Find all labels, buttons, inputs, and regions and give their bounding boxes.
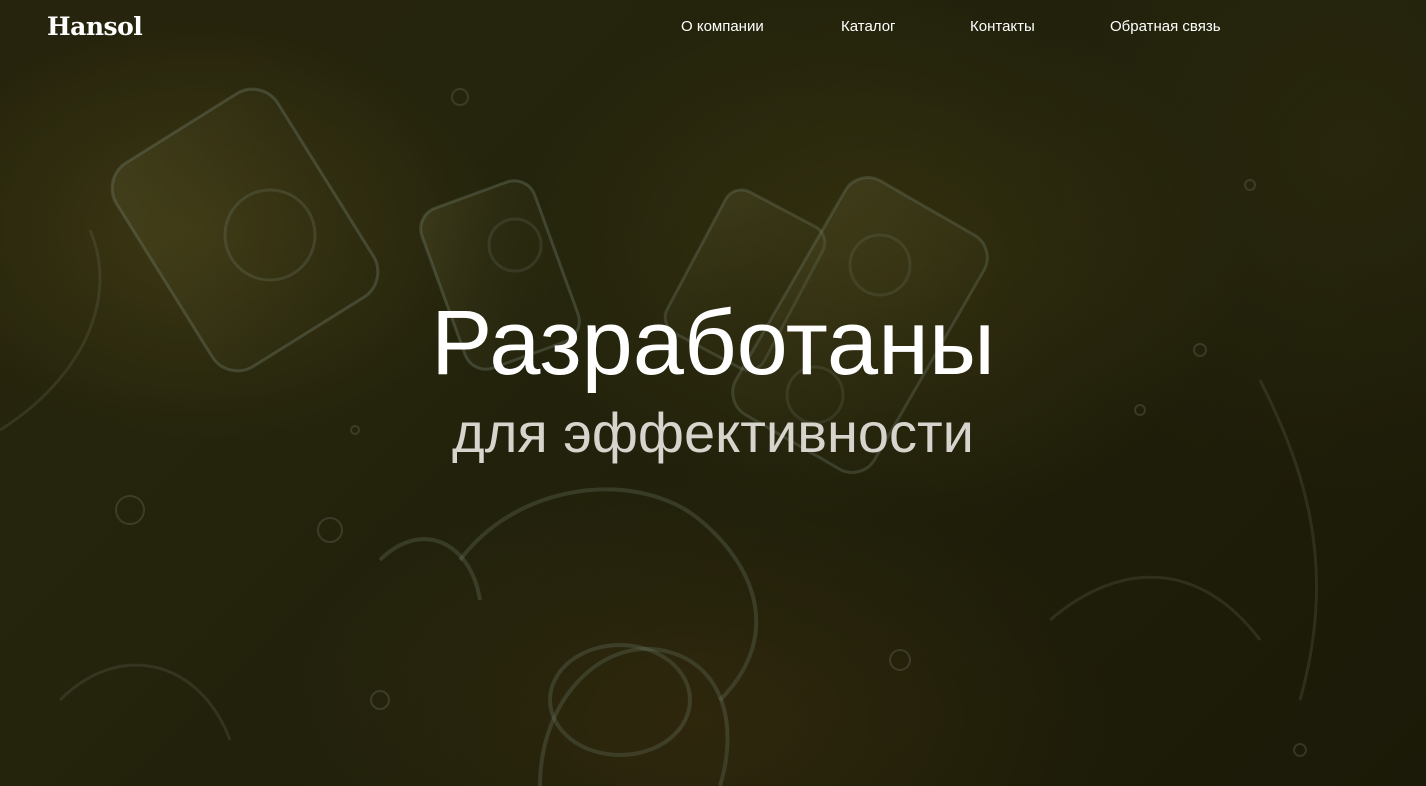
hero-title: Разработаны	[431, 292, 995, 394]
nav-link-about[interactable]: О компании	[681, 18, 764, 35]
hero-subtitle: для эффективности	[452, 401, 974, 464]
nav-link-contacts[interactable]: Контакты	[970, 18, 1035, 35]
landing-page: Hansol О компании Каталог Контакты Обрат…	[0, 0, 1426, 786]
nav-link-catalog[interactable]: Каталог	[841, 18, 896, 35]
main-navigation: О компании Каталог Контакты Обратная свя…	[0, 18, 1426, 38]
nav-link-feedback[interactable]: Обратная связь	[1110, 18, 1221, 35]
site-header: Hansol О компании Каталог Контакты Обрат…	[0, 0, 1426, 56]
